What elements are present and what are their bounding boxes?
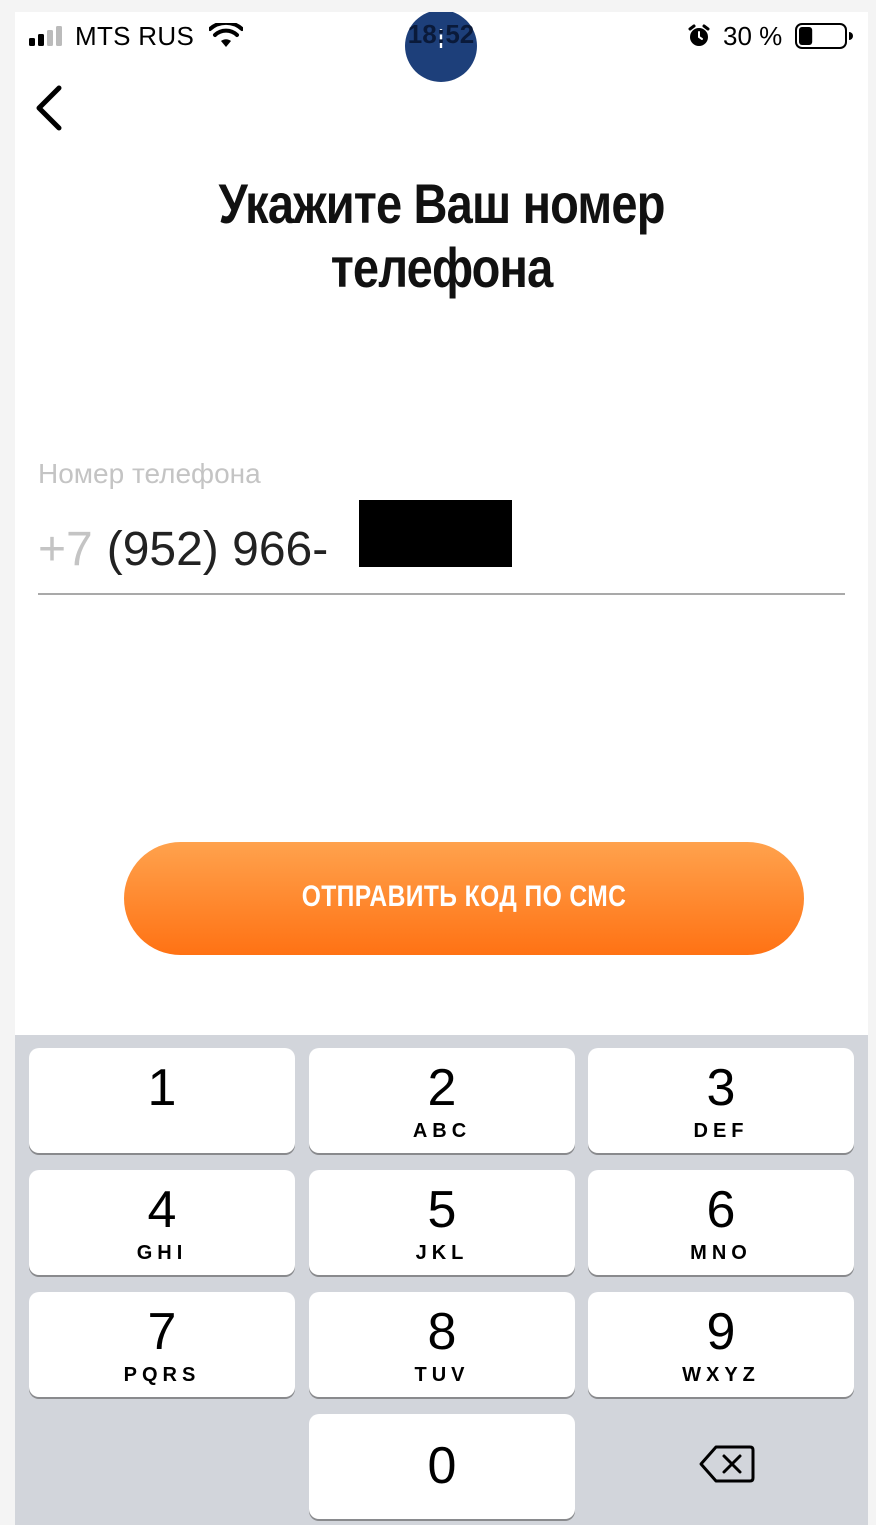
phone-input[interactable]: +7 (952) 966-	[38, 520, 328, 580]
key-letters: DEF	[693, 1120, 749, 1142]
key-7[interactable]: 7 PQRS	[29, 1292, 295, 1397]
key-0[interactable]: 0	[309, 1414, 575, 1519]
key-digit: 7	[147, 1303, 177, 1361]
key-digit: 5	[427, 1181, 457, 1239]
key-digit: 8	[427, 1303, 457, 1361]
key-digit: 0	[427, 1437, 457, 1495]
key-digit: 4	[147, 1181, 177, 1239]
back-button[interactable]	[29, 78, 73, 138]
battery-icon	[795, 23, 853, 49]
key-digit: 3	[706, 1059, 736, 1117]
signal-icon	[29, 26, 62, 46]
key-digit: 6	[706, 1181, 736, 1239]
key-digit: 9	[706, 1303, 736, 1361]
send-sms-code-label: ОТПРАВИТЬ КОД ПО СМС	[301, 880, 627, 913]
key-digit: 1	[147, 1059, 177, 1117]
carrier-name: MTS RUS	[75, 21, 195, 51]
key-letters: WXYZ	[682, 1364, 760, 1386]
key-3[interactable]: 3 DEF	[588, 1048, 854, 1153]
send-sms-code-button[interactable]: ОТПРАВИТЬ КОД ПО СМС	[124, 842, 804, 955]
redacted-digits	[359, 500, 512, 567]
backspace-icon[interactable]	[698, 1444, 756, 1484]
key-letters: GHI	[136, 1242, 188, 1264]
alarm-icon	[688, 24, 710, 46]
country-code: +7	[38, 523, 93, 576]
key-letters: MNO	[690, 1242, 752, 1264]
page-title: Укажите Ваш номер телефона	[83, 172, 800, 300]
key-letters: PQRS	[123, 1364, 201, 1386]
phone-screen: MTS RUS i 18:52 30 % Укажите Ваш номер т…	[15, 12, 868, 1525]
phone-number-value: (952) 966-	[106, 523, 329, 576]
key-letters: TUV	[414, 1364, 470, 1386]
key-letters: ABC	[412, 1120, 472, 1142]
key-2[interactable]: 2 ABC	[309, 1048, 575, 1153]
battery-percent: 30 %	[723, 21, 783, 51]
key-6[interactable]: 6 MNO	[588, 1170, 854, 1275]
phone-field-label: Номер телефона	[38, 458, 261, 489]
key-5[interactable]: 5 JKL	[309, 1170, 575, 1275]
page-title-line-1: Укажите Ваш номер	[218, 172, 666, 235]
key-8[interactable]: 8 TUV	[309, 1292, 575, 1397]
page-title-line-2: телефона	[330, 236, 554, 299]
phone-field-underline	[38, 593, 845, 595]
status-bar: MTS RUS i 18:52 30 %	[15, 12, 868, 82]
key-letters: JKL	[415, 1242, 469, 1264]
key-digit: 2	[427, 1059, 457, 1117]
status-time: 18:52	[407, 19, 475, 49]
key-4[interactable]: 4 GHI	[29, 1170, 295, 1275]
wifi-icon	[209, 23, 243, 47]
key-1[interactable]: 1	[29, 1048, 295, 1153]
key-9[interactable]: 9 WXYZ	[588, 1292, 854, 1397]
